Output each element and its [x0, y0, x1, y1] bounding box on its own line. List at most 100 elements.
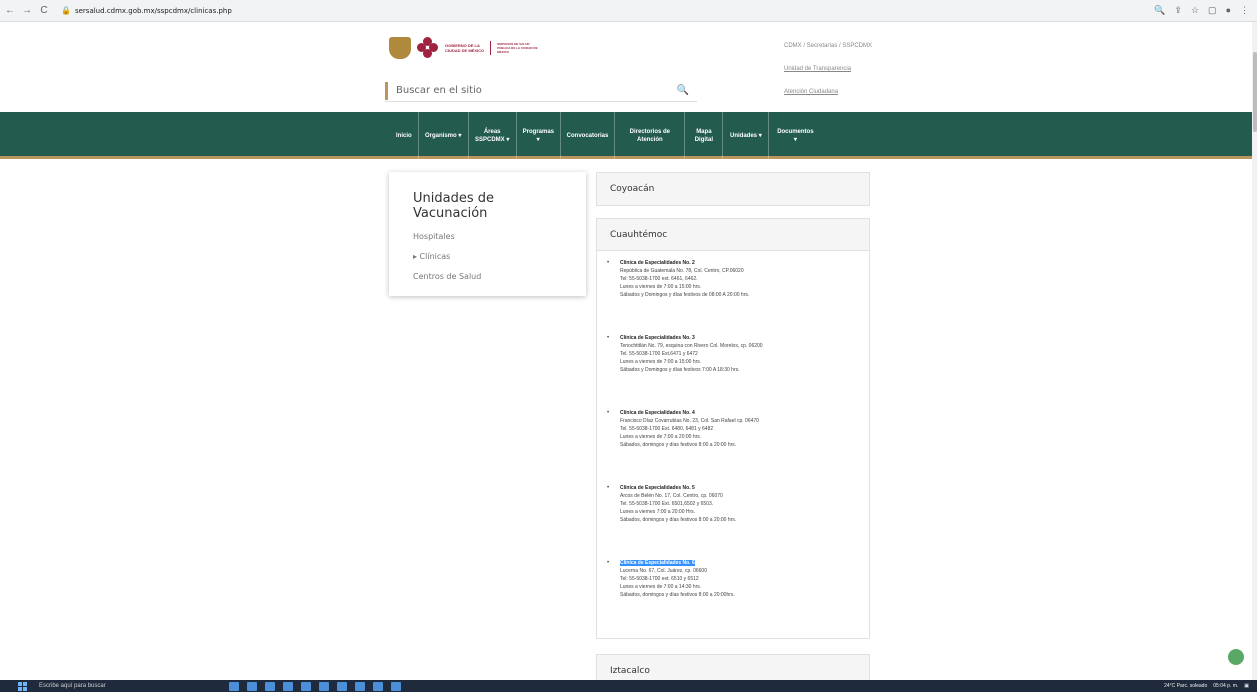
clinic-name: Clínica de Especialidades No. 4 [620, 410, 695, 416]
panel-coyoacan[interactable]: Coyoacán [596, 172, 870, 206]
page-scrollbar[interactable] [1252, 22, 1257, 680]
cdmx-flower-icon [417, 37, 439, 59]
scrollbar-thumb[interactable] [1253, 52, 1257, 132]
nav-mapa-digital[interactable]: Mapa Digital [685, 112, 724, 159]
bookmark-star-icon[interactable]: ☆ [1191, 5, 1199, 16]
chrome-icon[interactable] [337, 681, 347, 691]
site-logo[interactable]: GOBIERNO DE LA CIUDAD DE MÉXICO SERVICIO… [389, 37, 541, 59]
nav-convocatorias[interactable]: Convocatorias [561, 112, 616, 159]
clinic-phone: Tel. 55-5038-1700 Ext. 6480, 6481 y 6482 [620, 426, 714, 432]
clinic-hours: Lunes a viernes de 7:00 a 14:30 hrs. [620, 584, 702, 590]
panel-header-iztacalco[interactable]: Iztacalco [597, 655, 869, 680]
forward-icon[interactable]: → [20, 5, 34, 16]
sidebar-item-clinicas[interactable]: ▸ Clínicas [413, 252, 562, 261]
gov-logo-text: GOBIERNO DE LA CIUDAD DE MÉXICO [445, 43, 484, 53]
cortana-icon[interactable] [229, 681, 239, 691]
clinic-weekend-hours: Sábados, domingos y días festivos 8:00 a… [620, 592, 735, 598]
logo-divider [490, 41, 492, 55]
menu-icon[interactable]: ⋮ [1240, 5, 1249, 16]
zoom-icon[interactable]: 🔍 [1154, 5, 1165, 16]
search-input[interactable]: Buscar en el sitio [396, 85, 677, 96]
clinic-name: Clínica de Especialidades No. 3 [620, 335, 695, 341]
back-icon[interactable]: ← [3, 5, 17, 16]
back-to-top-button[interactable] [1228, 649, 1244, 665]
clinic-address: República de Guatemala No. 78, Col. Cent… [620, 268, 744, 274]
nav-organismo[interactable]: Organismo ▾ [419, 112, 469, 159]
pdf-icon[interactable] [391, 681, 401, 691]
clinic-phone: Tel: 55-5038-1700 ext. 6510 y 6512 [620, 576, 699, 582]
clinic-item: Clínica de Especialidades No. 3 Tenochti… [607, 334, 855, 374]
nav-areas[interactable]: Áreas SSPCDMX ▾ [469, 112, 517, 159]
clinic-weekend-hours: Sábados y Domingos y días festivos 7:00 … [620, 367, 740, 373]
site-search[interactable]: Buscar en el sitio 🔍 [385, 80, 697, 102]
nav-documentos[interactable]: Documentos ▾ [769, 112, 821, 159]
clinic-hours: Lunes a viernes de 7:00 a 20:00 hrs. [620, 434, 702, 440]
browser-toolbar: ← → C 🔒 sersalud.cdmx.gob.mx/sspcdmx/cli… [0, 0, 1257, 22]
panel-header-coyoacan[interactable]: Coyoacán [597, 173, 869, 205]
clinic-name: Clínica de Especialidades No. 6 [620, 560, 695, 566]
task-view-icon[interactable] [247, 681, 257, 691]
clinic-item: Clínica de Especialidades No. 4 Francisc… [607, 409, 855, 449]
clinic-list: Clínica de Especialidades No. 2 Repúblic… [597, 251, 869, 599]
search-icon[interactable]: 🔍 [677, 85, 689, 96]
clinic-name-wrap: Clínica de Especialidades No. 6 [615, 559, 855, 567]
sidebar-item-centros-salud[interactable]: Centros de Salud [413, 272, 562, 281]
coat-of-arms-icon [389, 37, 411, 59]
nav-unidades[interactable]: Unidades ▾ [723, 112, 770, 159]
header-links: CDMX / Secretarías / SSPCDMX Unidad de T… [784, 35, 872, 104]
windows-taskbar: Escribe aquí para buscar 24°C Parc. sole… [0, 680, 1257, 692]
profile-icon[interactable]: ● [1226, 5, 1231, 16]
sidepanel-icon[interactable]: ▢ [1208, 5, 1217, 16]
clinic-weekend-hours: Sábados, domingos y días festivos 8:00 a… [620, 517, 737, 523]
clinic-item: Clínica de Especialidades No. 5 Arcos de… [607, 484, 855, 524]
taskbar-apps [229, 681, 401, 691]
main-nav: Inicio Organismo ▾ Áreas SSPCDMX ▾ Progr… [0, 112, 1252, 159]
clinic-weekend-hours: Sábados y Domingos y días festivos de 08… [620, 292, 750, 298]
weather-widget[interactable]: 24°C Parc. soleado [1164, 683, 1207, 689]
clinic-phone: Tel. 55-5038-1700 Ext. 6501,6502 y 6503. [620, 501, 714, 507]
sidebar-title: Unidades de Vacunación [413, 191, 494, 221]
store-icon[interactable] [301, 681, 311, 691]
notifications-icon[interactable]: ▣ [1244, 683, 1249, 689]
edge-icon[interactable] [265, 681, 275, 691]
clinic-address: Lucerna No. 67, Col. Juárez, cp. 06600 [620, 568, 707, 574]
clinic-address: Francisco Díaz Covarrubias No. 23, Col. … [620, 418, 759, 424]
nav-programas[interactable]: Programas ▾ [517, 112, 561, 159]
address-bar[interactable]: sersalud.cdmx.gob.mx/sspcdmx/clinicas.ph… [75, 7, 232, 15]
panel-iztacalco[interactable]: Iztacalco [596, 654, 870, 680]
clinic-item: Clínica de Especialidades No. 2 Repúblic… [607, 259, 855, 299]
system-tray: 24°C Parc. soleado 05:04 p. m. ▣ [1164, 680, 1249, 692]
clinic-item: Clínica de Especialidades No. 6 Lucerna … [607, 559, 855, 599]
sidebar-item-hospitales[interactable]: Hospitales [413, 232, 562, 241]
nav-directorios[interactable]: Directorios de Atención [615, 112, 686, 159]
transparency-link[interactable]: Unidad de Transparencia [784, 58, 872, 81]
mail-icon[interactable] [319, 681, 329, 691]
share-icon[interactable]: ⇪ [1174, 5, 1182, 16]
breadcrumb[interactable]: CDMX / Secretarías / SSPCDMX [784, 35, 872, 58]
lock-icon[interactable]: 🔒 [61, 6, 71, 15]
clinic-name: Clínica de Especialidades No. 5 [620, 485, 695, 491]
logo-line-2: CIUDAD DE MÉXICO [445, 48, 485, 53]
clinic-hours: Lunes a viernes 7:00 a 20:00 Hrs. [620, 509, 696, 515]
panel-header-cuauhtemoc[interactable]: Cuauhtémoc [597, 219, 869, 251]
clinic-name: Clínica de Especialidades No. 2 [620, 260, 695, 266]
windows-start-icon[interactable] [18, 681, 27, 691]
clinic-weekend-hours: Sábados, domingos y días festivos 8:00 a… [620, 442, 737, 448]
reload-icon[interactable]: C [37, 5, 51, 16]
sidebar-card: Unidades de Vacunación Hospitales ▸ Clín… [389, 172, 586, 296]
clinic-phone: Tel. 55-5038-1700 Ext.6471 y 6472 [620, 351, 698, 357]
citizen-attention-link[interactable]: Atención Ciudadana [784, 81, 872, 104]
nav-inicio[interactable]: Inicio [390, 112, 419, 159]
panel-cuauhtemoc: Cuauhtémoc Clínica de Especialidades No.… [596, 218, 870, 639]
clinic-address: Arcos de Belén No. 17, Col. Centro, cp. … [620, 493, 723, 499]
clock[interactable]: 05:04 p. m. [1213, 683, 1238, 689]
clinic-phone: Tel: 55-5038-1700 ext. 6461, 6462. [620, 276, 698, 282]
file-explorer-icon[interactable] [283, 681, 293, 691]
search-accent [385, 81, 388, 100]
clinic-hours: Lunes a viernes de 7:00 a 15:00 hrs. [620, 359, 702, 365]
taskbar-search[interactable]: Escribe aquí para buscar [39, 683, 199, 689]
excel-icon[interactable] [355, 681, 365, 691]
clinic-address: Tenochtitlán No. 79, esquina con Rivero … [620, 343, 763, 349]
page-content: GOBIERNO DE LA CIUDAD DE MÉXICO SERVICIO… [0, 22, 1252, 680]
word-icon[interactable] [373, 681, 383, 691]
